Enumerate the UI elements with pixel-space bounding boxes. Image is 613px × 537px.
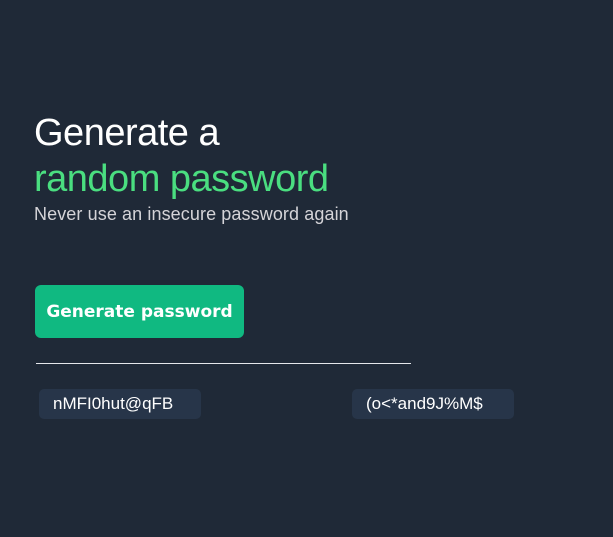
- password-output-2[interactable]: (o<*and9J%M$: [352, 389, 514, 419]
- divider: [36, 363, 411, 364]
- generate-password-button[interactable]: Generate password: [35, 285, 244, 338]
- page-title: Generate a random password: [34, 110, 574, 202]
- title-line-2-accent: random password: [34, 158, 329, 200]
- password-output-1[interactable]: nMFI0hut@qFB: [39, 389, 201, 419]
- title-line-1: Generate a: [34, 112, 220, 154]
- password-generator: Generate a random password Never use an …: [34, 110, 574, 419]
- page-subtitle: Never use an insecure password again: [34, 204, 349, 224]
